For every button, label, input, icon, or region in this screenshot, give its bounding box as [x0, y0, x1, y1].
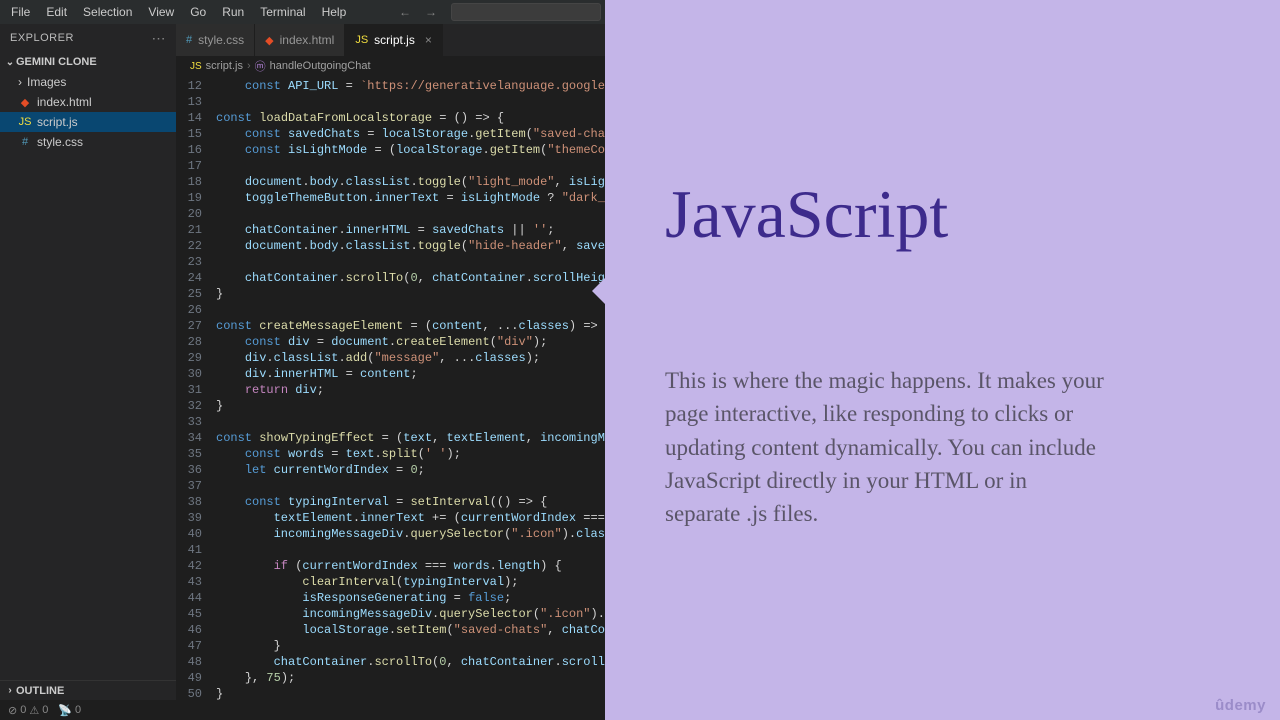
- menu-file[interactable]: File: [4, 2, 37, 22]
- tree-item-label: style.css: [37, 135, 83, 149]
- tab-index-html[interactable]: ◆ index.html: [255, 24, 345, 56]
- status-errors[interactable]: ⊘ 0 ⚠ 0: [8, 704, 48, 717]
- html-file-icon: ◆: [18, 96, 32, 109]
- line-number-gutter: 1213141516171819202122232425262728293031…: [176, 76, 212, 720]
- html-file-icon: ◆: [265, 34, 273, 47]
- outline-label: OUTLINE: [16, 685, 64, 697]
- menu-go[interactable]: Go: [183, 2, 213, 22]
- close-tab-icon[interactable]: ×: [425, 33, 432, 47]
- nav-back-icon[interactable]: ←: [395, 5, 415, 19]
- tab-label: script.js: [374, 33, 415, 47]
- nav-forward-icon[interactable]: →: [421, 5, 441, 19]
- breadcrumb-symbol: handleOutgoingChat: [270, 60, 371, 72]
- js-file-icon: JS: [355, 34, 368, 46]
- css-file-icon: #: [18, 136, 32, 148]
- editor-area: # style.css ◆ index.html JS script.js × …: [176, 24, 605, 720]
- tab-bar: # style.css ◆ index.html JS script.js ×: [176, 24, 605, 56]
- slide-title: JavaScript: [665, 175, 1220, 254]
- tab-style-css[interactable]: # style.css: [176, 24, 255, 56]
- breadcrumb[interactable]: JS script.js › ⓜ handleOutgoingChat: [176, 56, 605, 76]
- chevron-right-icon: ›: [4, 685, 16, 696]
- chevron-right-icon: ›: [247, 60, 251, 72]
- menu-run[interactable]: Run: [215, 2, 251, 22]
- menu-help[interactable]: Help: [315, 2, 354, 22]
- slide-panel: JavaScript This is where the magic happe…: [605, 0, 1280, 720]
- code-editor[interactable]: 1213141516171819202122232425262728293031…: [176, 76, 605, 720]
- js-file-icon: JS: [190, 61, 202, 72]
- menu-terminal[interactable]: Terminal: [253, 2, 312, 22]
- tree-file-style-css[interactable]: # style.css: [0, 132, 176, 152]
- tree-folder-images[interactable]: › Images: [0, 72, 176, 92]
- project-section-header[interactable]: ⌄ GEMINI CLONE: [0, 52, 176, 72]
- tree-file-index-html[interactable]: ◆ index.html: [0, 92, 176, 112]
- statusbar: ⊘ 0 ⚠ 0 📡 0: [0, 700, 605, 720]
- code-content[interactable]: const API_URL = `https://generativelangu…: [212, 76, 605, 720]
- tab-label: index.html: [280, 33, 335, 47]
- command-center-input[interactable]: [451, 3, 601, 21]
- outline-section-header[interactable]: › OUTLINE: [0, 680, 176, 700]
- js-file-icon: JS: [18, 116, 32, 128]
- tree-item-label: index.html: [37, 95, 92, 109]
- tree-item-label: script.js: [37, 115, 78, 129]
- css-file-icon: #: [186, 34, 192, 46]
- tree-item-label: Images: [27, 75, 66, 89]
- menu-edit[interactable]: Edit: [39, 2, 74, 22]
- chevron-down-icon: ⌄: [4, 57, 16, 68]
- file-tree: › Images ◆ index.html JS script.js # sty…: [0, 72, 176, 680]
- explorer-sidebar: EXPLORER ⋯ ⌄ GEMINI CLONE › Images ◆ ind…: [0, 24, 176, 720]
- menu-selection[interactable]: Selection: [76, 2, 139, 22]
- tab-script-js[interactable]: JS script.js ×: [345, 24, 443, 56]
- explorer-title: EXPLORER: [10, 32, 74, 44]
- menu-view[interactable]: View: [141, 2, 181, 22]
- project-name: GEMINI CLONE: [16, 56, 97, 68]
- pointer-arrow-icon: [592, 277, 606, 305]
- tree-file-script-js[interactable]: JS script.js: [0, 112, 176, 132]
- tab-label: style.css: [198, 33, 244, 47]
- explorer-more-icon[interactable]: ⋯: [152, 30, 167, 47]
- status-ports[interactable]: 📡 0: [58, 704, 81, 717]
- chevron-right-icon: ›: [18, 75, 22, 89]
- vscode-window: File Edit Selection View Go Run Terminal…: [0, 0, 605, 720]
- udemy-watermark: ûdemy: [1215, 697, 1266, 714]
- slide-body: This is where the magic happens. It make…: [665, 364, 1105, 531]
- method-icon: ⓜ: [255, 58, 266, 74]
- menubar: File Edit Selection View Go Run Terminal…: [0, 0, 605, 24]
- breadcrumb-file: script.js: [206, 60, 243, 72]
